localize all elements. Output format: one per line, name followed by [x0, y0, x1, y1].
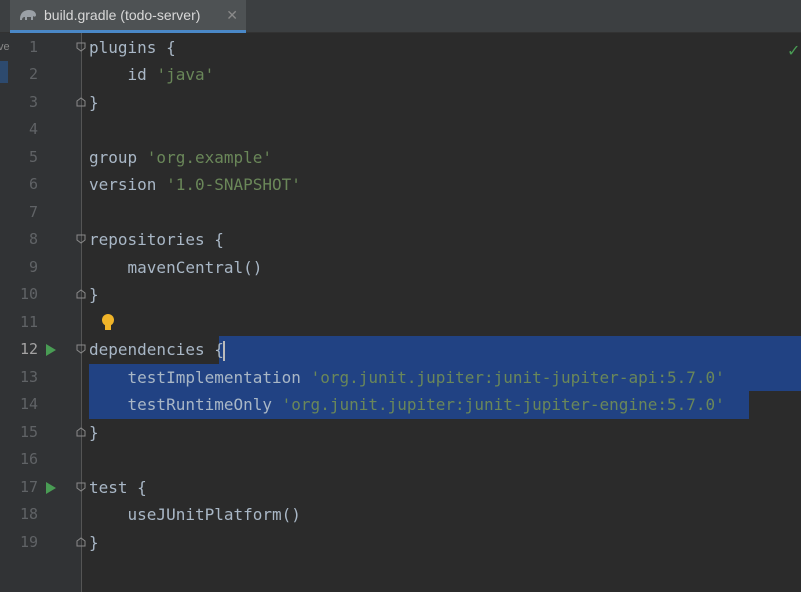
code-line[interactable]: dependencies {: [82, 336, 801, 364]
line-number: 3: [28, 92, 38, 111]
gradle-elephant-icon: [20, 10, 36, 20]
code-text: useJUnitPlatform(): [89, 501, 301, 529]
line-number: 18: [19, 505, 38, 523]
string-literal: 'org.example': [146, 147, 273, 167]
line-number: 14: [19, 395, 38, 413]
close-icon[interactable]: ✕: [226, 7, 238, 24]
code-text: group 'org.example': [89, 144, 272, 172]
string-literal: 'org.junit.jupiter:junit-jupiter-api:5.7…: [310, 367, 725, 387]
line-number: 10: [19, 285, 38, 303]
code-token: group: [89, 147, 147, 167]
code-token: id: [89, 65, 157, 84]
line-number: 6: [28, 175, 38, 193]
code-text: testRuntimeOnly 'org.junit.jupiter:junit…: [89, 391, 725, 419]
code-token: version: [89, 175, 167, 194]
left-tool-strip: ve: [0, 33, 10, 592]
code-text: repositories {: [89, 226, 224, 254]
code-line[interactable]: repositories {: [82, 226, 801, 254]
code-line[interactable]: group 'org.example': [82, 144, 801, 172]
code-line[interactable]: }: [82, 419, 801, 447]
code-line[interactable]: }: [82, 281, 801, 309]
code-editor[interactable]: plugins { id 'java'} group 'org.example' v…: [82, 33, 801, 592]
code-text: dependencies {: [89, 336, 225, 364]
code-token: }: [89, 92, 99, 112]
line-number: 4: [28, 120, 38, 138]
tab-build-gradle[interactable]: build.gradle (todo-server) ✕: [10, 0, 246, 33]
string-literal: 'java': [156, 65, 215, 84]
code-line[interactable]: }: [82, 89, 801, 117]
code-line[interactable]: }: [82, 529, 801, 557]
code-line[interactable]: [82, 309, 801, 337]
code-token: useJUnitPlatform(): [89, 505, 301, 524]
code-text: }: [89, 89, 99, 117]
code-token: repositories {: [89, 230, 224, 249]
line-number: 19: [19, 532, 38, 551]
code-text: }: [89, 281, 99, 309]
code-line[interactable]: testImplementation 'org.junit.jupiter:ju…: [82, 364, 801, 392]
editor-tab-bar: build.gradle (todo-server) ✕: [0, 0, 801, 33]
line-number: 8: [28, 230, 38, 248]
editor-gutter: 1 2 3 4 5 6 7 8 9 10 11 12 13 14 15 16 17 18 19: [10, 33, 86, 592]
check-icon: ✓: [787, 41, 801, 60]
code-text: test {: [89, 474, 147, 502]
line-number: 5: [28, 147, 38, 166]
text-caret: [222, 340, 225, 361]
code-line[interactable]: testRuntimeOnly 'org.junit.jupiter:junit…: [82, 391, 801, 419]
line-number: 11: [19, 312, 38, 331]
string-literal: '1.0-SNAPSHOT': [166, 175, 301, 194]
line-number: 2: [28, 65, 38, 83]
run-icon[interactable]: [46, 481, 56, 494]
line-number: 17: [19, 477, 38, 496]
code-token: testImplementation: [89, 367, 311, 387]
line-number: 13: [19, 367, 38, 386]
tab-title: build.gradle (todo-server): [44, 7, 201, 23]
code-token: dependencies {: [89, 340, 224, 359]
string-literal: 'org.junit.jupiter:junit-jupiter-engine:…: [281, 395, 725, 414]
code-token: }: [89, 285, 99, 304]
line-number: 12: [19, 340, 38, 358]
side-hint: ve: [0, 41, 10, 53]
code-token: plugins {: [89, 37, 176, 57]
code-text: }: [89, 419, 99, 447]
line-number: 9: [28, 257, 38, 276]
line-number: 1: [28, 37, 38, 56]
line-number: 15: [19, 422, 38, 441]
code-line[interactable]: mavenCentral(): [82, 254, 801, 282]
code-text: }: [89, 529, 99, 557]
tool-window-marker[interactable]: [0, 61, 8, 83]
code-text: testImplementation 'org.junit.jupiter:ju…: [89, 364, 725, 392]
line-number: 16: [19, 450, 38, 468]
code-token: }: [89, 532, 99, 552]
code-text: plugins {: [89, 34, 176, 62]
line-number: 7: [28, 202, 38, 221]
code-token: test {: [89, 477, 147, 497]
code-token: }: [89, 422, 99, 442]
code-text: version '1.0-SNAPSHOT': [89, 171, 301, 199]
code-text: mavenCentral(): [89, 254, 263, 282]
code-line[interactable]: [82, 199, 801, 227]
code-line[interactable]: test {: [82, 474, 801, 502]
code-line[interactable]: [82, 116, 801, 144]
code-line[interactable]: useJUnitPlatform(): [82, 501, 801, 529]
code-token: testRuntimeOnly: [89, 395, 282, 414]
code-text: id 'java': [89, 61, 215, 89]
code-line[interactable]: version '1.0-SNAPSHOT': [82, 171, 801, 199]
code-line[interactable]: [82, 446, 801, 474]
code-line[interactable]: id 'java': [82, 61, 801, 89]
run-icon[interactable]: [46, 344, 56, 356]
code-token: mavenCentral(): [89, 257, 263, 277]
code-line[interactable]: plugins {: [82, 34, 801, 62]
